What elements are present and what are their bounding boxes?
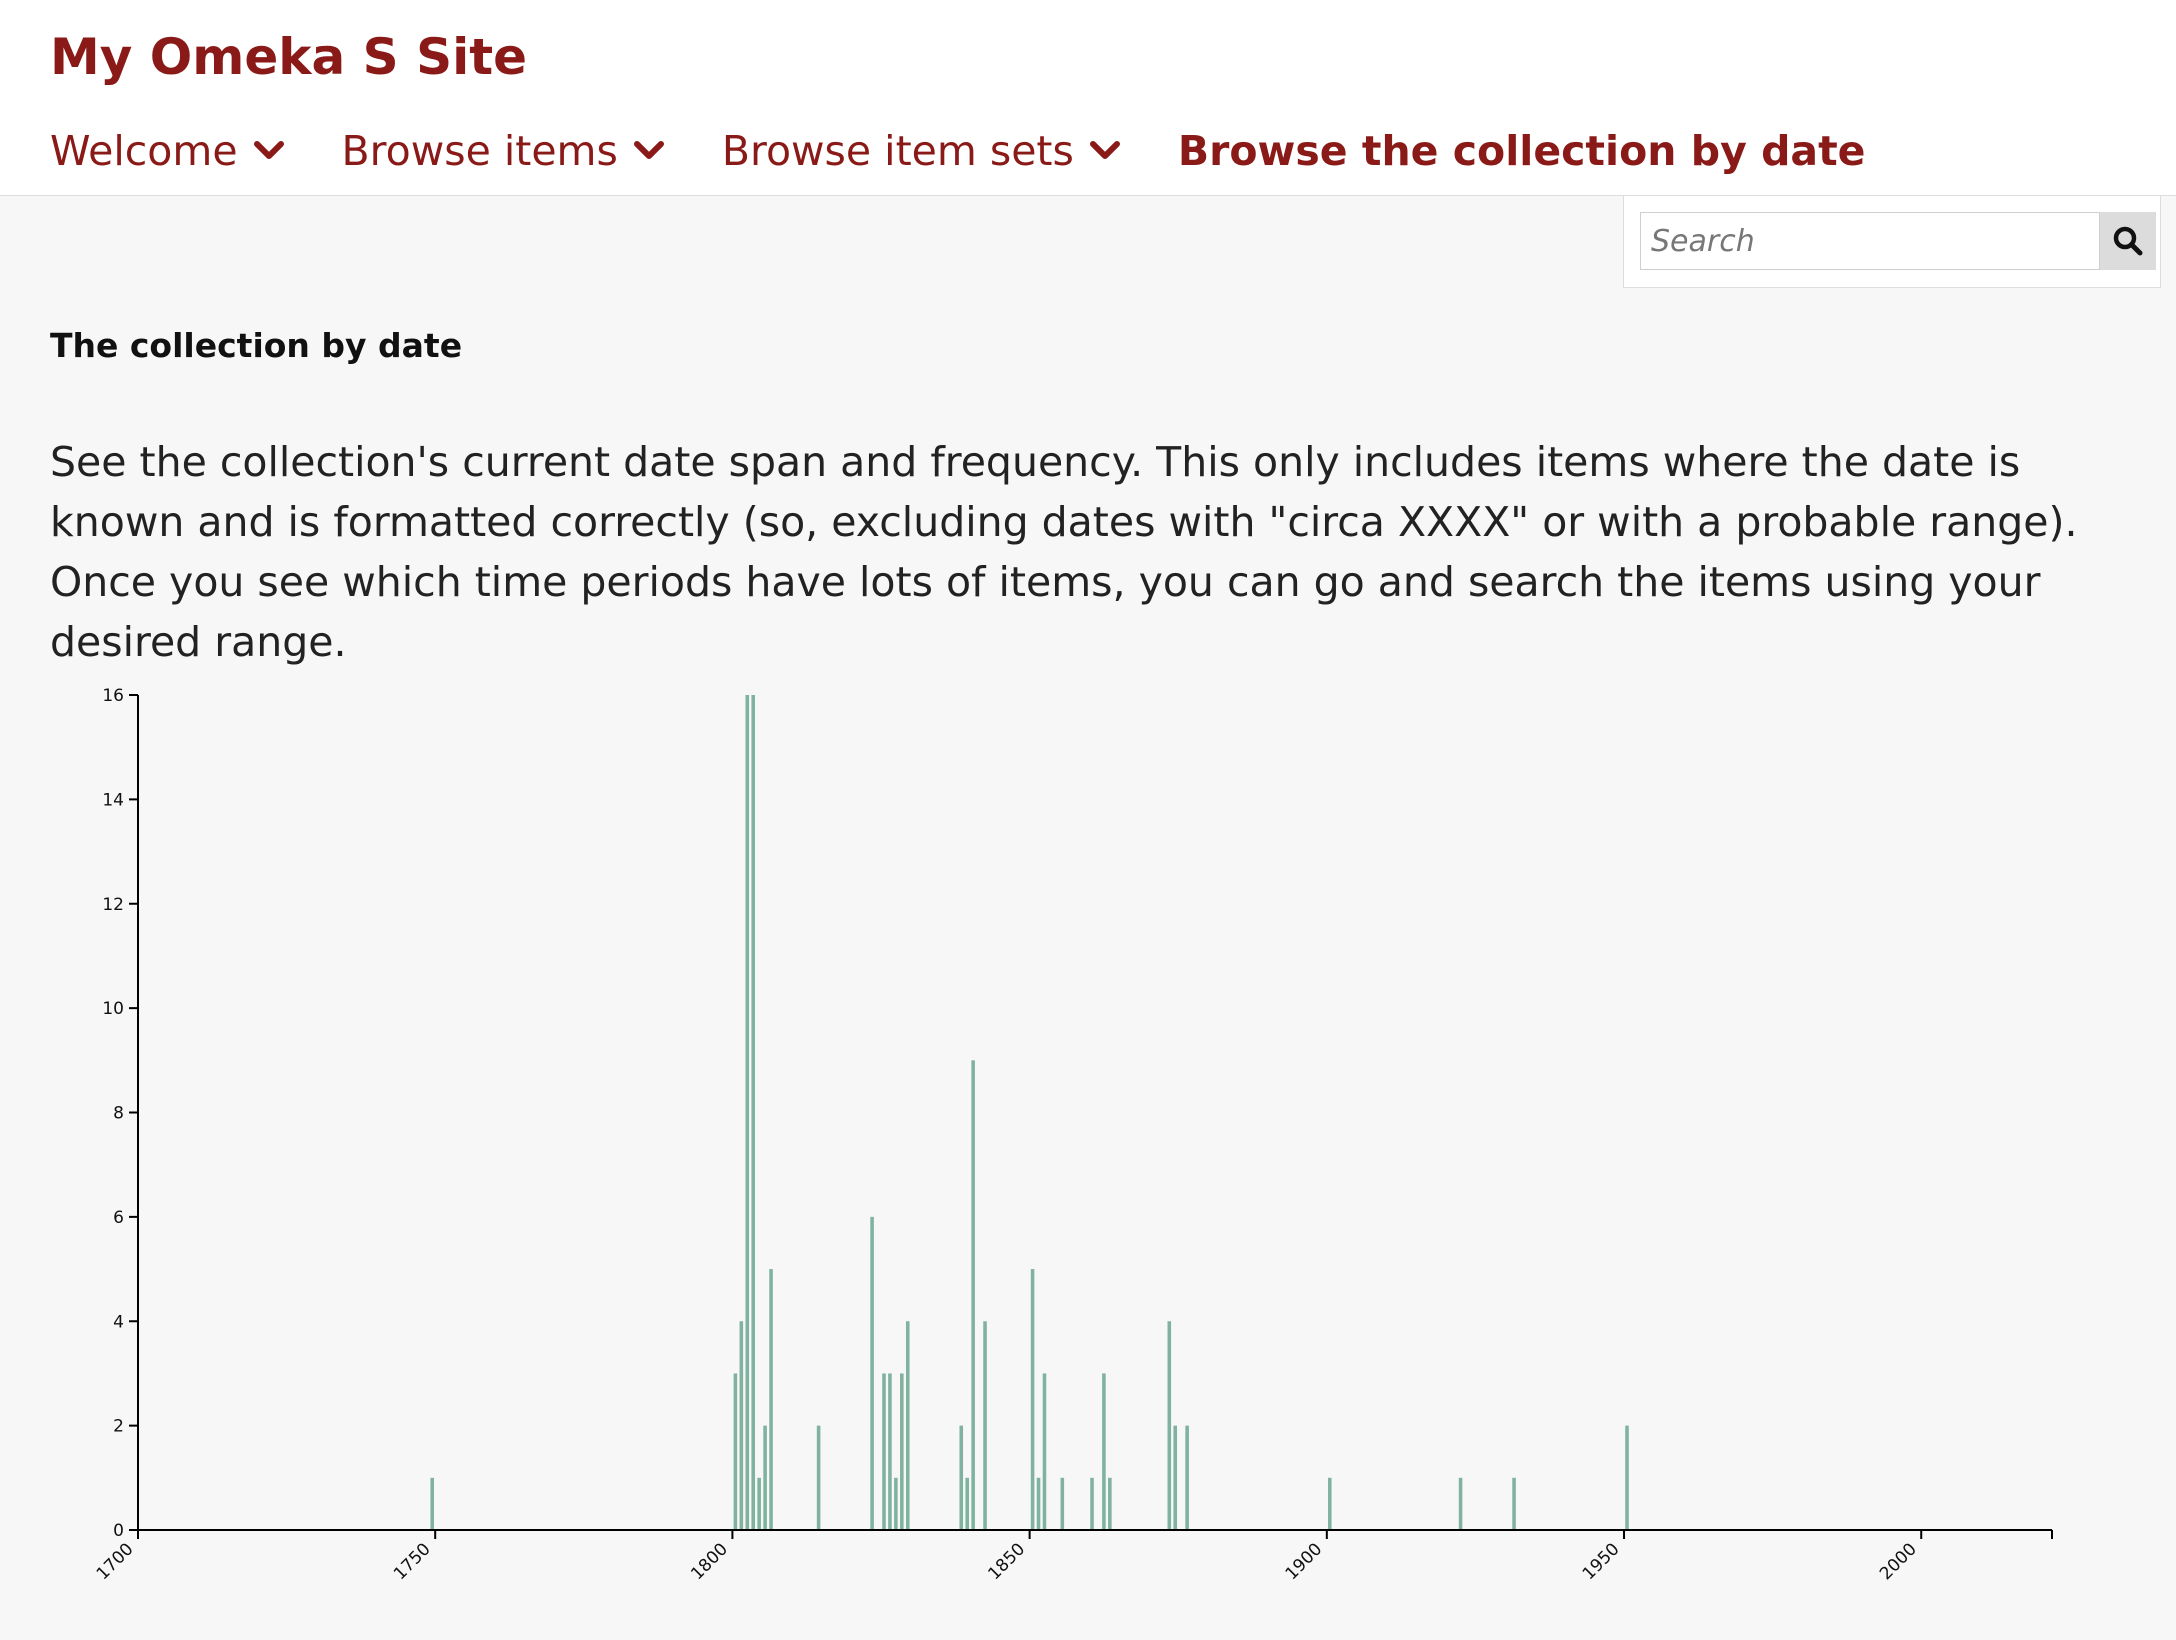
x-tick-label: 2000 [1876,1539,1921,1584]
y-tick-label: 8 [113,1104,124,1124]
date-frequency-chart: 0 2 4 6 8 10 12 14 16 1700 1750 1800 1850 1900 1950 200… [93,686,2053,1584]
x-tick-label: 1700 [93,1539,138,1584]
chart-bar [965,1477,969,1530]
chart-bar [1328,1477,1332,1530]
chart-bar [905,1321,910,1530]
x-tick-label: 1750 [390,1539,435,1584]
nav-item-label: Browse item sets [721,127,1074,175]
search-input[interactable] [1640,212,2100,270]
y-tick-label: 16 [102,686,124,706]
y-tick-label: 4 [113,1312,124,1332]
nav-item-browse-items[interactable]: Browse items [342,127,664,175]
chart-bar [739,1321,744,1530]
chart-bar [816,1425,821,1530]
nav-item-welcome[interactable]: Welcome [50,127,284,175]
page-title: The collection by date [50,326,463,365]
chevron-down-icon [633,141,664,159]
chart-bar [1036,1477,1041,1530]
chart-bar [894,1477,898,1530]
y-tick-label: 10 [102,999,124,1019]
site-header: My Omeka S Site Welcome Browse items Bro… [0,0,2176,196]
chart-bar [1625,1425,1629,1530]
nav-item-label: Browse the collection by date [1177,127,1866,175]
chart-bar [769,1269,773,1530]
nav-item-browse-by-date[interactable]: Browse the collection by date [1178,127,1866,175]
chart-bar [983,1321,987,1530]
search-icon [2113,226,2143,256]
chart-bar [1458,1477,1463,1530]
chart-bar [1185,1425,1189,1530]
chart-bar [1042,1373,1047,1530]
chart-bar [1030,1269,1035,1530]
chart-bar [733,1373,738,1530]
chevron-down-icon [253,141,284,159]
y-tick-label: 14 [102,790,124,810]
nav-item-browse-item-sets[interactable]: Browse item sets [722,127,1120,175]
chart-bar [745,695,750,1530]
chart-bar [1108,1477,1112,1530]
chart-bar [882,1373,886,1530]
chart-bar [1167,1321,1172,1530]
chart-bar [870,1216,874,1530]
nav-item-label: Browse items [341,127,618,175]
chevron-down-icon [1089,141,1120,159]
y-tick-label: 12 [102,895,124,915]
chart-bar [1060,1477,1065,1530]
y-tick-label: 0 [113,1521,124,1541]
x-tick-label: 1800 [687,1539,732,1584]
x-tick-label: 1850 [984,1539,1029,1584]
chart-bar [959,1425,964,1530]
chart-bar [430,1477,435,1530]
y-tick-label: 6 [113,1208,124,1228]
chart-bar [751,695,755,1530]
search-button[interactable] [2100,212,2156,270]
chart-bar [1173,1425,1178,1530]
site-title[interactable]: My Omeka S Site [50,28,527,86]
chart-bar [1512,1477,1516,1530]
chart-bar [1090,1477,1094,1530]
chart-bar [900,1373,904,1530]
main-navigation: Welcome Browse items Browse item sets Br… [50,120,1924,182]
y-tick-label: 2 [113,1417,124,1437]
intro-text: See the collection's current date span a… [50,438,2078,666]
chart-bar [763,1425,767,1530]
x-tick-label: 1900 [1282,1539,1327,1584]
nav-item-label: Welcome [50,127,238,175]
search-form [1623,196,2161,288]
chart-bar [888,1373,892,1530]
x-tick-label: 1950 [1579,1539,1624,1584]
chart-bar [1102,1373,1106,1530]
chart-bar [971,1060,975,1530]
chart-bar [757,1477,761,1530]
